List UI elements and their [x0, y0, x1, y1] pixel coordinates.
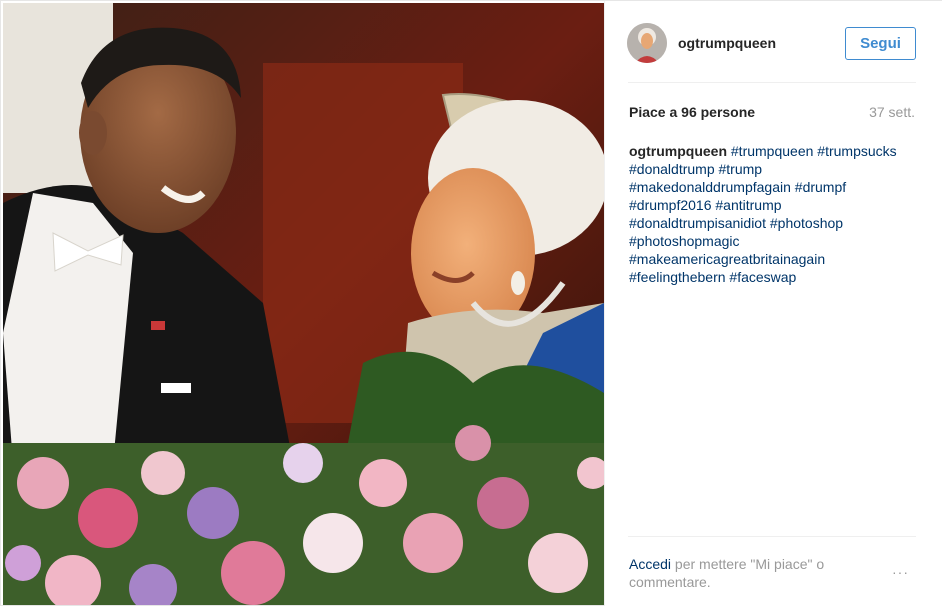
follow-button[interactable]: Segui: [845, 27, 916, 60]
caption-hashtag-line[interactable]: #makeamericagreatbritainagain: [629, 250, 929, 268]
post-username[interactable]: ogtrumpqueen: [678, 35, 776, 51]
post-caption: ogtrumpqueen #trumpqueen #trumpsucks #do…: [629, 142, 929, 286]
post-side-panel: ogtrumpqueen Segui Piace a 96 persone 37…: [604, 1, 942, 606]
post-footer: Accedi per mettere "Mi piace" o commenta…: [629, 555, 869, 591]
login-link[interactable]: Accedi: [629, 556, 671, 572]
caption-hashtag-line[interactable]: #drumpf2016 #antitrump: [629, 196, 929, 214]
post-time[interactable]: 37 sett.: [869, 104, 915, 120]
caption-hashtag-line[interactable]: #photoshopmagic: [629, 232, 929, 250]
more-options-icon[interactable]: ···: [892, 564, 909, 580]
post-header: ogtrumpqueen Segui: [605, 1, 942, 85]
likes-count: Piace a 96 persone: [629, 104, 756, 120]
instagram-post: ogtrumpqueen Segui Piace a 96 persone 37…: [0, 0, 942, 606]
caption-hashtag-line[interactable]: #feelingthebern #faceswap: [629, 268, 929, 286]
post-photo[interactable]: [3, 3, 604, 605]
caption-hashtags-first[interactable]: #trumpqueen #trumpsucks: [731, 143, 897, 159]
header-divider: [628, 82, 916, 83]
caption-hashtag-line[interactable]: #donaldtrumpisanidiot #photoshop: [629, 214, 929, 232]
avatar[interactable]: [627, 23, 667, 63]
caption-author[interactable]: ogtrumpqueen: [629, 143, 727, 159]
caption-hashtag-line[interactable]: #donaldtrump #trump: [629, 160, 929, 178]
footer-divider: [628, 536, 916, 537]
caption-hashtag-line[interactable]: #makedonalddrumpfagain #drumpf: [629, 178, 929, 196]
avatar-image: [627, 23, 667, 63]
post-photo-illustration: [3, 3, 604, 605]
